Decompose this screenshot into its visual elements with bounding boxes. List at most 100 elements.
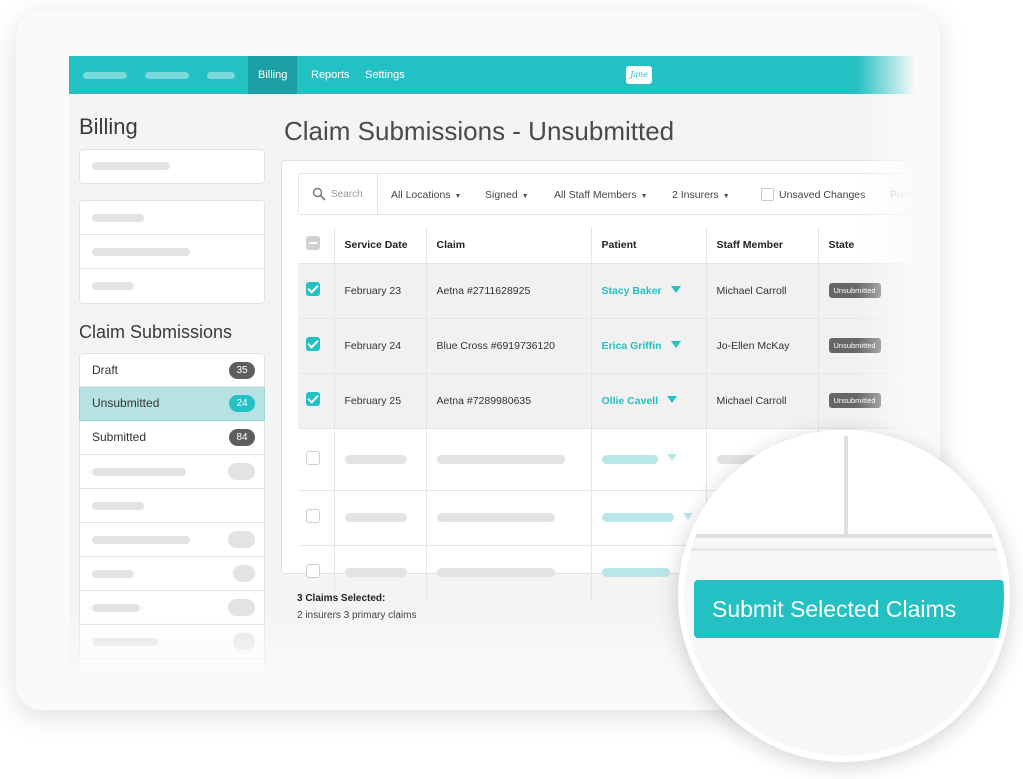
table-row[interactable]: February 24 Blue Cross #6919736120 Erica… <box>298 318 916 374</box>
status-badge: Unsubmitted <box>828 393 881 408</box>
filter-icon[interactable] <box>667 395 678 403</box>
filter-primary-truncated[interactable]: Prim <box>890 174 912 216</box>
select-all-cell <box>298 227 335 264</box>
submit-selected-claims-button[interactable]: Submit Selected Claims <box>694 580 1004 638</box>
row-select-cell <box>298 373 335 429</box>
divider <box>684 548 1004 551</box>
patient-cell: Stacy Baker <box>591 263 707 319</box>
staff-member: Jo-Ellen McKay <box>706 318 819 374</box>
nav-reports[interactable]: Reports <box>301 56 360 94</box>
filter-label: 2 Insurers <box>672 189 719 201</box>
status-badge: Unsubmitted <box>828 338 881 353</box>
sidebar-placeholder-item[interactable] <box>80 150 264 184</box>
sidebar-placeholder-item[interactable] <box>80 201 264 235</box>
row-checkbox[interactable] <box>306 392 320 406</box>
column-header[interactable]: Patient <box>591 227 707 264</box>
row-select-cell <box>298 545 335 600</box>
search-icon <box>312 187 326 201</box>
nav-placeholder[interactable] <box>83 72 127 79</box>
claim-submissions-heading: Claim Submissions <box>79 322 233 342</box>
patient-link[interactable]: Erica Griffin <box>602 340 662 352</box>
sidebar-title: Billing <box>79 114 138 139</box>
caret-down-icon: ▼ <box>640 193 648 200</box>
sidebar-placeholder-item[interactable] <box>80 269 264 303</box>
sidebar-placeholder-item[interactable] <box>79 625 265 659</box>
unsaved-changes-label: Unsaved Changes <box>779 189 866 201</box>
sidebar-placeholder-box <box>79 149 265 184</box>
state-cell: Unsubmitted <box>818 318 916 374</box>
sidebar-item-unsubmitted[interactable]: Unsubmitted 24 <box>79 387 265 421</box>
service-date: February 23 <box>334 263 427 319</box>
patient-cell: Erica Griffin <box>591 318 707 374</box>
row-checkbox[interactable] <box>306 282 320 296</box>
state-cell: Unsubmitted <box>818 373 916 429</box>
staff-member: Michael Carroll <box>706 263 819 319</box>
caret-down-icon: ▼ <box>454 193 462 200</box>
staff-member: Michael Carroll <box>706 373 819 429</box>
sidebar-item-label: Draft <box>92 363 119 377</box>
nav-billing[interactable]: Billing <box>248 56 298 94</box>
patient-link[interactable]: Stacy Baker <box>602 285 662 297</box>
service-date: February 25 <box>334 373 427 429</box>
search-input[interactable]: Search <box>331 174 363 216</box>
sidebar-item-label: Unsubmitted <box>92 396 160 410</box>
sidebar-placeholder-item[interactable] <box>79 659 265 680</box>
filter-signed[interactable]: Signed ▼ <box>485 174 529 218</box>
column-header[interactable]: Service Date <box>334 227 427 264</box>
table-row[interactable]: February 23 Aetna #2711628925 Stacy Bake… <box>298 263 916 319</box>
nav-settings[interactable]: Settings <box>355 56 415 94</box>
selected-claims-summary: 2 insurers 3 primary claims <box>297 610 417 621</box>
count-badge: 84 <box>229 429 255 446</box>
column-header[interactable]: State <box>818 227 916 264</box>
row-select-cell <box>298 263 335 319</box>
filter-icon[interactable] <box>670 340 681 348</box>
jane-logo[interactable]: Jane <box>626 66 652 84</box>
sidebar-item-submitted[interactable]: Submitted 84 <box>79 421 265 455</box>
filter-staff[interactable]: All Staff Members ▼ <box>554 174 648 218</box>
state-cell: Unsubmitted <box>818 263 916 319</box>
filter-insurers[interactable]: 2 Insurers ▼ <box>672 174 730 218</box>
placeholder-cell <box>426 428 592 491</box>
table-row[interactable]: February 25 Aetna #7289980635 Ollie Cave… <box>298 373 916 429</box>
sidebar-item-label: Submitted <box>92 430 147 444</box>
unsaved-changes-checkbox[interactable] <box>761 188 774 201</box>
claim-status-list: Draft 35 Unsubmitted 24 Submitted 84 <box>79 353 265 680</box>
service-date: February 24 <box>334 318 427 374</box>
sidebar-placeholder-item[interactable] <box>79 557 265 591</box>
sidebar-placeholder-item[interactable] <box>79 455 265 489</box>
divider <box>844 436 848 536</box>
row-select-cell <box>298 490 335 546</box>
divider <box>377 174 378 214</box>
filter-icon[interactable] <box>670 285 681 293</box>
count-badge: 35 <box>229 362 255 379</box>
count-badge: 24 <box>229 395 255 412</box>
column-header[interactable]: Staff Member <box>706 227 819 264</box>
filter-label: Signed <box>485 189 518 201</box>
placeholder-cell <box>334 428 427 491</box>
row-checkbox[interactable] <box>306 564 320 579</box>
placeholder-cell <box>426 545 592 600</box>
sidebar-placeholder-item[interactable] <box>79 523 265 557</box>
nav-placeholder[interactable] <box>207 72 235 79</box>
divider <box>684 534 1004 538</box>
magnifier-callout: Submit Selected Claims <box>678 430 1010 762</box>
sidebar-placeholder-item[interactable] <box>79 489 265 523</box>
patient-link[interactable]: Ollie Cavell <box>602 395 659 407</box>
claim-number: Blue Cross #6919736120 <box>426 318 592 374</box>
column-header[interactable]: Claim <box>426 227 592 264</box>
filter-locations[interactable]: All Locations ▼ <box>391 174 461 218</box>
filter-icon[interactable] <box>666 454 677 461</box>
row-checkbox[interactable] <box>306 509 320 523</box>
sidebar-placeholder-item[interactable] <box>79 591 265 625</box>
sidebar-item-draft[interactable]: Draft 35 <box>79 353 265 387</box>
filter-bar: Search All Locations ▼ Signed ▼ All Staff … <box>298 173 916 215</box>
row-checkbox[interactable] <box>306 450 320 465</box>
row-checkbox[interactable] <box>306 337 320 351</box>
row-select-cell <box>298 428 335 491</box>
sidebar-placeholder-item[interactable] <box>80 235 264 269</box>
top-nav: Billing Reports Settings Jane <box>69 56 916 94</box>
nav-placeholder[interactable] <box>145 72 189 79</box>
select-all-checkbox[interactable] <box>306 236 320 251</box>
sidebar-placeholder-list <box>79 200 265 304</box>
status-badge: Unsubmitted <box>828 283 881 298</box>
